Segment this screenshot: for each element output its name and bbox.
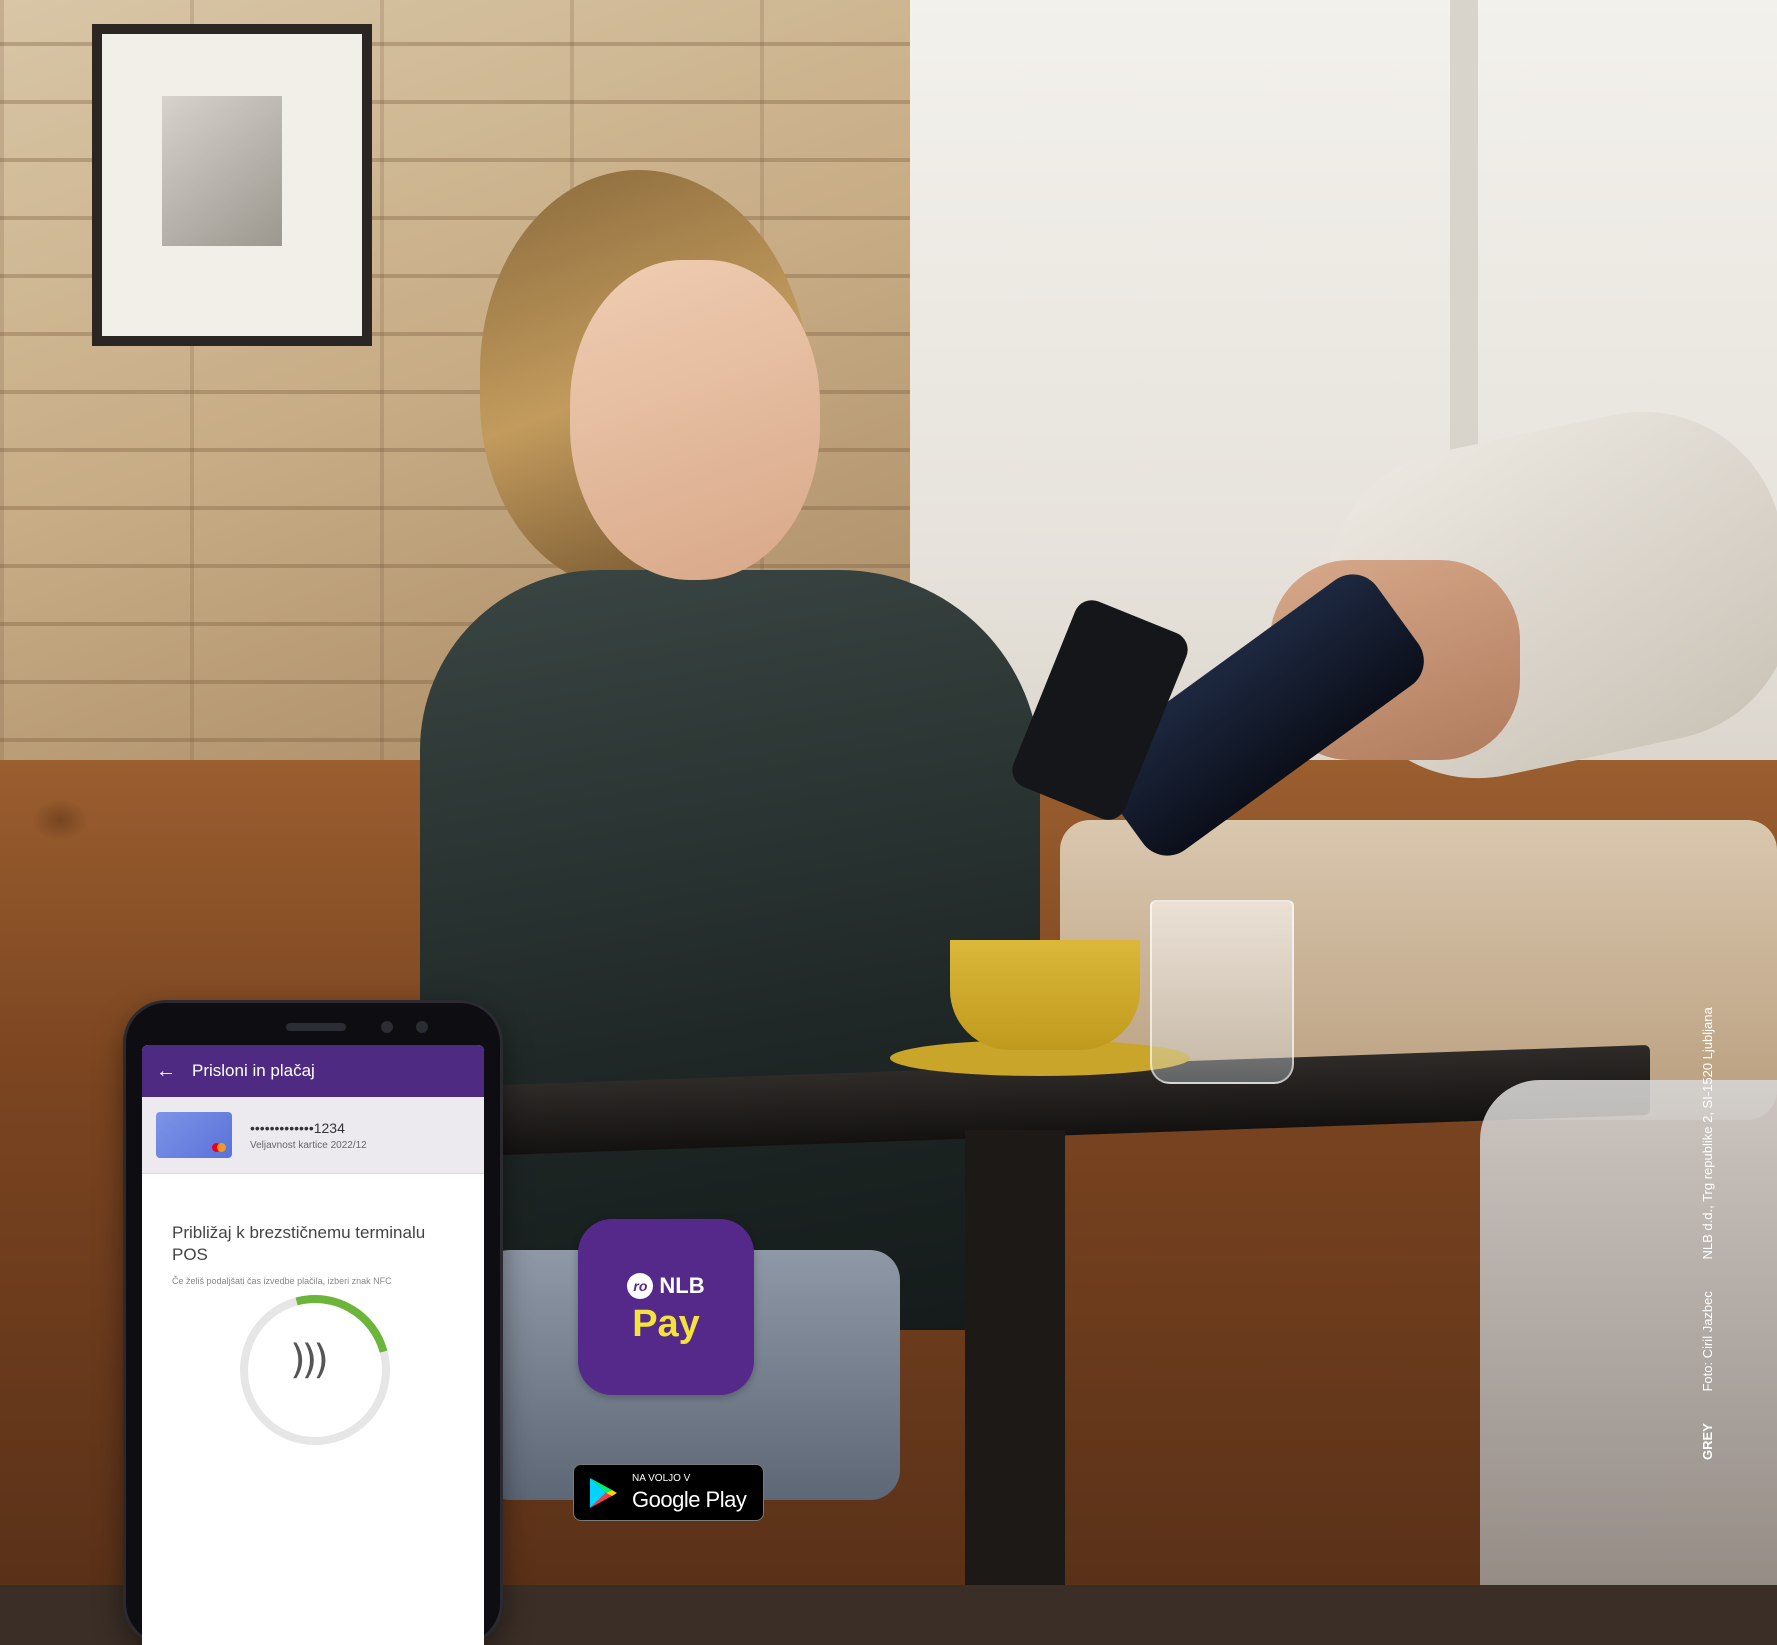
product-name: Pay xyxy=(632,1303,700,1345)
company-address: NLB d.d., Trg republike 2, SI-1520 Ljubl… xyxy=(1700,1007,1715,1260)
nfc-icon[interactable]: ))) xyxy=(290,1337,329,1383)
google-play-icon xyxy=(590,1478,617,1508)
framed-picture xyxy=(92,24,372,346)
card-expiry: Veljavnost kartice 2022/12 xyxy=(250,1139,367,1151)
store-small-text: NA VOLJO V xyxy=(632,1473,691,1484)
brand-name: NLB xyxy=(659,1273,705,1298)
yellow-cup xyxy=(950,940,1140,1050)
photo-credit-text: Foto: Ciril Jazbec xyxy=(1700,1291,1715,1392)
photo-credit: GREY Foto: Ciril Jazbec NLB d.d., Trg re… xyxy=(1700,1007,1715,1460)
selected-card[interactable]: •••••••••••••1234 Veljavnost kartice 202… xyxy=(142,1097,484,1174)
camera-icon xyxy=(381,1021,393,1033)
card-image xyxy=(156,1112,232,1158)
card-number: •••••••••••••1234 xyxy=(250,1119,345,1136)
agency-logo: GREY xyxy=(1700,1423,1715,1460)
nlb-pay-app-icon[interactable]: ro NLB Pay xyxy=(578,1219,754,1395)
app-bar: ← Prisloni in plačaj xyxy=(142,1045,484,1097)
back-arrow-icon[interactable]: ← xyxy=(156,1060,176,1083)
prompt-title: Približaj k brezstičnemu terminalu POS xyxy=(172,1223,426,1264)
screen-title: Prisloni in plačaj xyxy=(192,1061,315,1080)
phone-screen: ← Prisloni in plačaj •••••••••••••1234 V… xyxy=(142,1045,484,1645)
mastercard-icon xyxy=(212,1143,226,1152)
prompt-subtitle: Če želiš podaljšati čas izvedbe plačila,… xyxy=(172,1276,392,1286)
store-name: Google Play xyxy=(632,1487,747,1512)
water-glass xyxy=(1150,900,1294,1084)
nlb-logo-icon: ro xyxy=(627,1273,654,1299)
phone-mockup: ← Prisloni in plačaj •••••••••••••1234 V… xyxy=(126,1003,500,1645)
phone-speaker xyxy=(286,1023,346,1031)
google-play-badge[interactable]: NA VOLJO V Google Play xyxy=(573,1464,764,1521)
sensor-icon xyxy=(416,1021,428,1033)
